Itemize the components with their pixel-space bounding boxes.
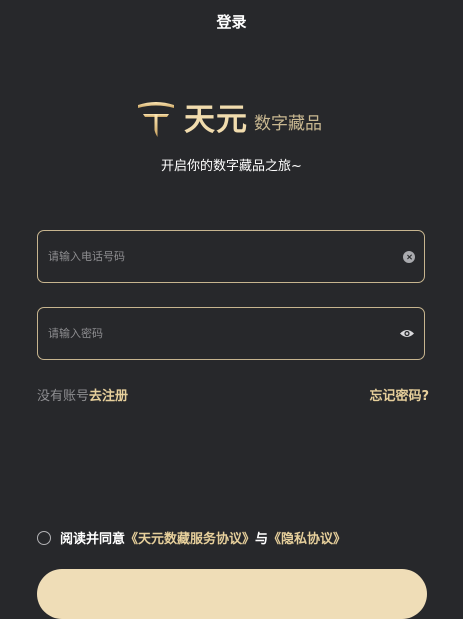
brand-name: 天元 — [184, 102, 248, 138]
phone-input[interactable] — [48, 250, 403, 263]
privacy-agreement-link[interactable]: 《隐私协议》 — [268, 528, 346, 547]
service-agreement-link[interactable]: 《天元数藏服务协议》 — [125, 528, 255, 547]
agree-radio[interactable] — [37, 530, 51, 545]
password-field[interactable] — [37, 307, 425, 360]
forgot-password-link[interactable]: 忘记密码? — [369, 385, 429, 404]
phone-field[interactable] — [37, 230, 425, 283]
brand-subtitle: 数字藏品 — [254, 114, 322, 134]
no-account-text: 没有账号 — [37, 389, 90, 404]
register-link[interactable]: 去注册 — [89, 389, 128, 404]
eye-icon[interactable] — [399, 328, 415, 339]
agree-prefix: 阅读并同意 — [60, 532, 126, 547]
logo-mark-icon — [138, 102, 174, 137]
account-links: 没有账号去注册 忘记密码? — [37, 385, 429, 404]
brand-logo: 天元 数字藏品 — [136, 100, 322, 138]
password-input[interactable] — [48, 327, 399, 340]
agreement-row: 阅读并同意 《天元数藏服务协议》 与 《隐私协议》 — [37, 528, 346, 547]
register-prompt: 没有账号去注册 — [37, 385, 128, 404]
tagline: 开启你的数字藏品之旅~ — [161, 159, 302, 174]
login-button[interactable] — [37, 569, 427, 619]
clear-icon[interactable] — [403, 250, 415, 263]
agree-connector: 与 — [255, 532, 269, 547]
page-title: 登录 — [216, 13, 247, 31]
